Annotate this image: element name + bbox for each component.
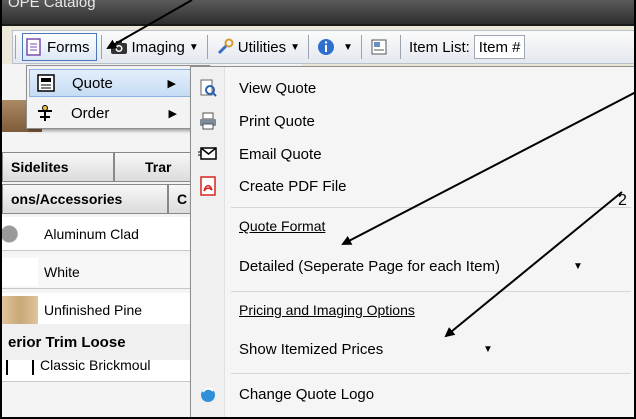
- menu-item-label: Quote: [72, 74, 113, 92]
- toolbar-separator: [399, 35, 401, 59]
- item-list-value: Item #: [478, 38, 521, 56]
- quote-format-heading: Quote Format: [239, 218, 326, 234]
- print-quote-item[interactable]: Print Quote: [191, 106, 631, 136]
- view-quote-icon: [198, 78, 218, 98]
- chevron-down-icon: ▼: [343, 41, 353, 53]
- pricing-imaging-heading: Pricing and Imaging Options: [239, 302, 415, 318]
- toolbar-separator: [206, 35, 208, 59]
- item-list-input[interactable]: Item #: [473, 35, 526, 59]
- view-quote-label: View Quote: [239, 79, 317, 97]
- tab-label: Sidelites: [11, 159, 69, 175]
- pricing-options-select[interactable]: Show Itemized Prices ▼: [239, 335, 499, 363]
- chevron-down-icon: ▼: [483, 343, 493, 355]
- pine-swatch: [2, 295, 38, 324]
- email-icon: [198, 144, 218, 164]
- menu-item-order[interactable]: Order ▶: [29, 99, 207, 127]
- email-quote-item[interactable]: Email Quote: [191, 139, 631, 169]
- forms-icon: [25, 38, 43, 56]
- utilities-menu-button[interactable]: Utilities ▼: [212, 33, 304, 61]
- create-pdf-label: Create PDF File: [239, 177, 347, 195]
- order-form-icon: [35, 103, 55, 123]
- chevron-right-icon: ▶: [168, 107, 177, 120]
- imaging-menu-button[interactable]: Imaging ▼: [106, 33, 203, 61]
- option-aluminum-clad[interactable]: Aluminum Clad: [2, 217, 192, 251]
- option-label: Aluminum Clad: [44, 225, 139, 242]
- tab-transoms[interactable]: Trar: [114, 152, 194, 182]
- option-label: Unfinished Pine: [44, 301, 143, 318]
- tab-options-accessories[interactable]: ons/Accessories: [2, 184, 168, 214]
- application-window: OPE Catalog Forms Imaging ▼ Utilities ▼: [2, 0, 634, 417]
- imaging-label: Imaging: [131, 38, 185, 56]
- item-list-label: Item List:: [405, 33, 474, 61]
- quote-format-value: Detailed (Seperate Page for each Item): [239, 257, 500, 275]
- printer-icon: [198, 111, 218, 131]
- option-unfinished-pine[interactable]: Unfinished Pine: [2, 293, 192, 327]
- change-quote-logo-item[interactable]: Change Quote Logo: [191, 379, 631, 409]
- chevron-down-icon: ▼: [290, 41, 301, 53]
- tab-sidelites[interactable]: Sidelites: [2, 152, 114, 182]
- option-white[interactable]: White: [2, 255, 192, 289]
- chevron-down-icon: ▼: [188, 41, 199, 53]
- menu-separator: [231, 291, 631, 292]
- toolbar-separator: [360, 35, 362, 59]
- quote-form-icon: [36, 73, 56, 93]
- settings-icon: [370, 38, 388, 56]
- tab-label: Trar: [145, 159, 172, 175]
- forms-label: Forms: [47, 38, 90, 56]
- camera-icon: [110, 38, 128, 56]
- tab-label: ons/Accessories: [11, 191, 123, 207]
- chevron-down-icon: ▼: [573, 260, 583, 272]
- help-menu-button[interactable]: ▼: [313, 33, 357, 61]
- forms-menu-button[interactable]: Forms: [22, 33, 97, 61]
- title-bar: OPE Catalog: [2, 0, 634, 26]
- settings-button[interactable]: [366, 33, 396, 61]
- email-quote-label: Email Quote: [239, 145, 322, 163]
- menu-separator: [231, 373, 631, 374]
- menu-item-label: Order: [71, 104, 110, 122]
- quote-submenu: View Quote Print Quote Email Quote Creat…: [190, 66, 634, 417]
- toolbar-separator: [15, 35, 16, 59]
- option-label: White: [44, 263, 80, 280]
- menu-item-quote[interactable]: Quote ▶: [29, 69, 207, 97]
- exterior-trim-loose-label: erior Trim Loose: [2, 324, 192, 360]
- change-quote-logo-label: Change Quote Logo: [239, 385, 375, 403]
- toolbar-separator: [308, 35, 310, 59]
- trim-label-text: erior Trim Loose: [8, 333, 126, 351]
- tab-label: C: [177, 191, 188, 207]
- item-list-text: Item List:: [408, 38, 470, 56]
- menu-separator: [231, 207, 631, 208]
- white-swatch: [2, 257, 38, 286]
- toolbar-separator: [100, 35, 102, 59]
- forms-dropdown-menu: Quote ▶ Order ▶: [26, 65, 210, 129]
- view-quote-item[interactable]: View Quote: [191, 73, 631, 103]
- create-pdf-item[interactable]: Create PDF File: [191, 171, 631, 201]
- aluminum-clad-swatch: [2, 219, 38, 248]
- utilities-label: Utilities: [237, 38, 287, 56]
- print-quote-label: Print Quote: [239, 112, 315, 130]
- logo-icon: [198, 384, 218, 404]
- info-icon: [317, 38, 335, 56]
- toolbar: Forms Imaging ▼ Utilities ▼ ▼ Item List:…: [12, 30, 634, 64]
- window-title: OPE Catalog: [8, 0, 96, 11]
- chevron-right-icon: ▶: [167, 77, 176, 90]
- wrench-icon: [216, 38, 234, 56]
- pricing-options-value: Show Itemized Prices: [239, 340, 384, 358]
- quote-format-select[interactable]: Detailed (Seperate Page for each Item) ▼: [239, 252, 589, 280]
- pdf-icon: [198, 176, 218, 196]
